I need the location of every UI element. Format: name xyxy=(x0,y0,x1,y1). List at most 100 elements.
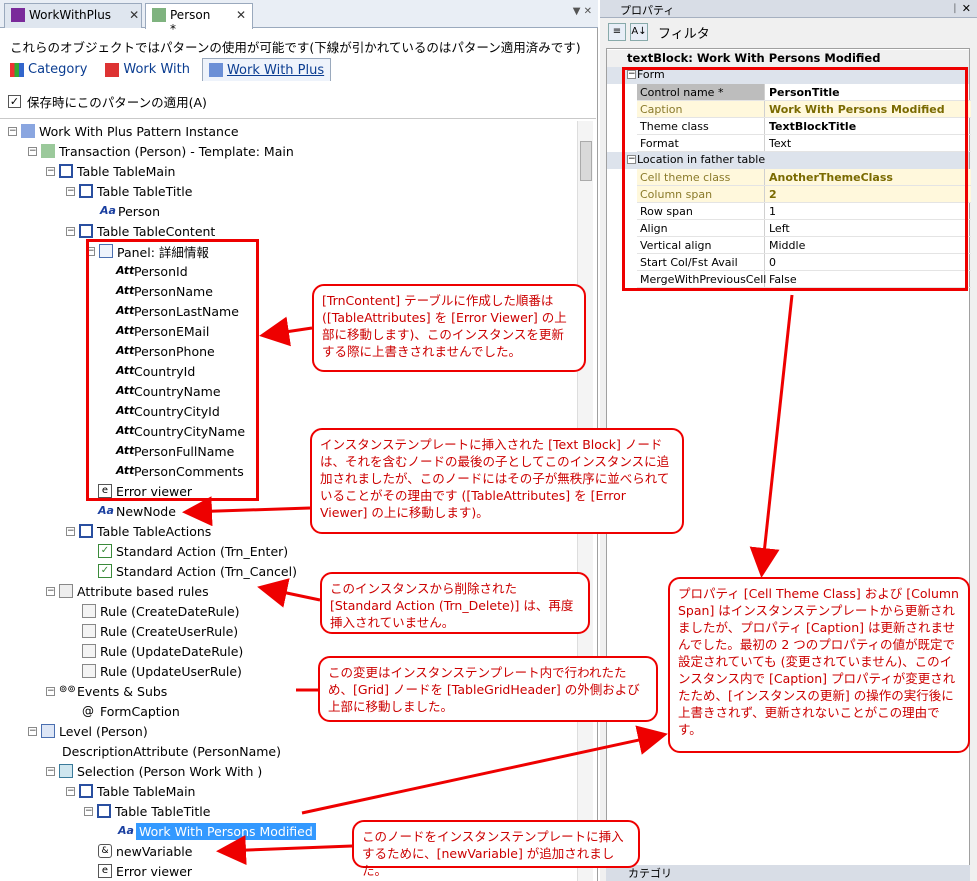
tab-person[interactable]: Person * ✕ xyxy=(145,3,253,36)
filter-label[interactable]: フィルタ xyxy=(658,23,710,42)
close-icon[interactable]: ✕ xyxy=(236,8,246,22)
table-icon xyxy=(79,784,93,798)
tree-node-attr-rules[interactable]: − Attribute based rules xyxy=(46,581,209,601)
collapse-toggle[interactable]: − xyxy=(46,766,55,776)
transaction-icon xyxy=(41,144,55,158)
tab-workwithplus[interactable]: WorkWithPlus ✕ xyxy=(4,3,142,28)
selection-icon xyxy=(59,764,73,778)
collapse-toggle[interactable]: − xyxy=(28,146,37,156)
workwith-icon xyxy=(105,62,120,77)
collapse-toggle[interactable]: − xyxy=(8,126,17,136)
tree-node-table-title[interactable]: − Table TableTitle xyxy=(84,801,210,821)
collapse-toggle[interactable]: − xyxy=(66,186,75,196)
collapse-toggle[interactable]: − xyxy=(66,786,75,796)
properties-footer: カテゴリ xyxy=(606,865,970,881)
tab-work-with-plus[interactable]: Work With Plus xyxy=(201,58,332,81)
tab-label: Work With Plus xyxy=(226,62,325,78)
checkbox[interactable]: ✓ xyxy=(8,95,21,108)
highlight-properties xyxy=(622,67,968,291)
collapse-toggle[interactable]: − xyxy=(46,166,55,176)
tree-node-textblock[interactable]: Aa Person xyxy=(100,201,160,221)
node-label: FormCaption xyxy=(100,703,180,719)
tree-node-action[interactable]: ✓ Standard Action (Trn_Cancel) xyxy=(98,561,297,581)
node-label: Table TableActions xyxy=(97,523,212,539)
collapse-toggle[interactable]: − xyxy=(84,806,93,816)
collapse-toggle[interactable]: − xyxy=(66,226,75,236)
sort-alpha-icon[interactable]: A↓ xyxy=(630,23,648,41)
tree-node-transaction[interactable]: − Transaction (Person) - Template: Main xyxy=(28,141,294,161)
rules-icon xyxy=(59,584,73,598)
tree-node-rule[interactable]: Rule (UpdateDateRule) xyxy=(82,641,243,661)
table-icon xyxy=(79,524,93,538)
tab-work-with[interactable]: Work With xyxy=(99,58,196,81)
collapse-toggle[interactable]: − xyxy=(28,726,37,736)
callout-deleted-action: このインスタンスから削除された [Standard Action (Trn_De… xyxy=(320,572,590,634)
node-label: NewNode xyxy=(116,503,176,519)
table-icon xyxy=(97,804,111,818)
tree-node-rule[interactable]: Rule (CreateUserRule) xyxy=(82,621,238,641)
table-icon xyxy=(79,224,93,238)
properties-toolbar: ≡ A↓ フィルタ xyxy=(600,19,977,45)
workwithplus-icon xyxy=(11,8,25,22)
tree-root[interactable]: − Work With Plus Pattern Instance xyxy=(8,121,239,141)
rule-icon xyxy=(82,604,96,618)
transaction-icon xyxy=(152,8,166,22)
tree-node-action[interactable]: ✓ Standard Action (Trn_Enter) xyxy=(98,541,288,561)
close-icon[interactable]: ✕ xyxy=(129,8,139,22)
tab-category[interactable]: Category xyxy=(4,58,93,81)
tree-node-table-main[interactable]: − Table TableMain xyxy=(66,781,195,801)
node-label: newVariable xyxy=(116,843,193,859)
tree-node-events[interactable]: − ⊚⊚ Events & Subs xyxy=(46,681,167,701)
node-label: Person xyxy=(118,203,161,219)
variable-icon: & xyxy=(98,844,112,858)
node-label: Rule (CreateUserRule) xyxy=(100,623,239,639)
tree-node-table-title[interactable]: − Table TableTitle xyxy=(66,181,192,201)
table-icon xyxy=(79,184,93,198)
apply-on-save-checkbox[interactable]: ✓ 保存時にこのパターンの適用(A) xyxy=(8,92,207,111)
textblock-icon: Aa xyxy=(98,504,114,517)
node-label: DescriptionAttribute (PersonName) xyxy=(62,743,281,759)
node-label: Work With Persons Modified xyxy=(136,822,316,840)
tree-node-rule[interactable]: Rule (CreateDateRule) xyxy=(82,601,240,621)
tree-node-textblock-selected[interactable]: Aa Work With Persons Modified xyxy=(118,821,316,841)
node-label: Selection (Person Work With ) xyxy=(77,763,263,779)
pin-icon[interactable]: ᛁ ✕ xyxy=(952,2,971,15)
rule-icon xyxy=(82,644,96,658)
tree-node-error-viewer[interactable]: e Error viewer xyxy=(98,861,192,881)
tree-node-description-attribute[interactable]: DescriptionAttribute (PersonName) xyxy=(62,741,281,761)
pattern-icon xyxy=(21,124,35,138)
level-icon xyxy=(41,724,55,738)
node-label: Attribute based rules xyxy=(77,583,209,599)
tree-node-selection[interactable]: − Selection (Person Work With ) xyxy=(46,761,262,781)
action-icon: ✓ xyxy=(98,544,112,558)
tree-node-table-actions[interactable]: − Table TableActions xyxy=(66,521,211,541)
events-icon: ⊚⊚ xyxy=(59,684,76,695)
node-label: Error viewer xyxy=(116,863,193,879)
callout-newnode: インスタンステンプレートに挿入された [Text Block] ノードは、それを… xyxy=(310,428,684,534)
categorized-icon[interactable]: ≡ xyxy=(608,23,626,41)
tree-node-variable[interactable]: & newVariable xyxy=(98,841,192,861)
scrollbar-thumb[interactable] xyxy=(580,141,592,181)
tree-node-rule[interactable]: Rule (UpdateUserRule) xyxy=(82,661,242,681)
rule-icon xyxy=(82,664,96,678)
node-label: Table TableMain xyxy=(77,163,176,179)
callout-properties: プロパティ [Cell Theme Class] および [Column Spa… xyxy=(668,577,970,753)
callout-newvariable: このノードをインスタンステンプレートに挿入するために、[newVariable]… xyxy=(352,820,640,878)
collapse-toggle[interactable]: − xyxy=(66,526,75,536)
tree-node-table-content[interactable]: − Table TableContent xyxy=(66,221,215,241)
error-viewer-icon: e xyxy=(98,864,112,878)
collapse-toggle[interactable]: − xyxy=(46,686,55,696)
tab-label: WorkWithPlus xyxy=(29,8,112,22)
category-icon xyxy=(10,62,24,77)
tab-list-arrow-icon[interactable]: ▼ ✕ xyxy=(573,6,592,17)
textblock-icon: Aa xyxy=(118,824,134,837)
tree-node-form-caption[interactable]: @ FormCaption xyxy=(82,701,180,721)
tree-node-level[interactable]: − Level (Person) xyxy=(28,721,148,741)
textblock-icon: Aa xyxy=(100,204,116,217)
at-icon: @ xyxy=(82,704,94,718)
tree-node-table-main[interactable]: − Table TableMain xyxy=(46,161,175,181)
rule-icon xyxy=(82,624,96,638)
node-label: Table TableTitle xyxy=(97,183,193,199)
tree-node-newnode[interactable]: Aa NewNode xyxy=(98,501,176,521)
collapse-toggle[interactable]: − xyxy=(46,586,55,596)
